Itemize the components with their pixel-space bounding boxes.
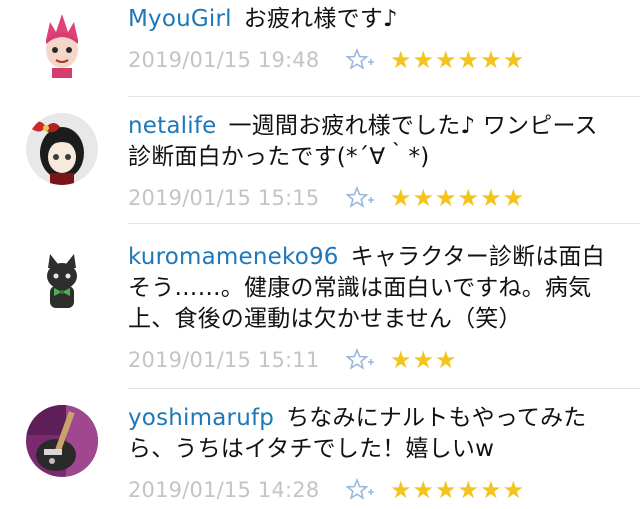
star-icon[interactable]: ★ — [390, 48, 412, 72]
star-icon[interactable]: ★ — [413, 478, 435, 502]
comment-text-block: netalife 一週間お疲れ様でした♪ ワンピース診断面白かったです(*´∀｀*… — [128, 111, 616, 173]
comment-timestamp[interactable]: 2019/01/15 19:48 — [128, 48, 346, 72]
comment-username[interactable]: MyouGirl — [128, 6, 232, 32]
comment-timestamp[interactable]: 2019/01/15 14:28 — [128, 478, 346, 502]
star-icon[interactable]: ★ — [390, 348, 412, 372]
comment-username[interactable]: kuromameneko96 — [128, 244, 339, 270]
star-icon[interactable]: ★ — [480, 186, 502, 210]
comment-text: お疲れ様です♪ — [243, 6, 398, 32]
comment-meta: 2019/01/15 19:48 ★ ★ ★ ★ ★ ★ — [128, 45, 616, 75]
star-icon[interactable]: ★ — [435, 348, 457, 372]
add-star-button[interactable] — [346, 348, 376, 372]
star-icon[interactable]: ★ — [435, 48, 457, 72]
star-icon[interactable]: ★ — [390, 478, 412, 502]
black-cat-green-bow-avatar — [26, 244, 98, 316]
comment-timestamp[interactable]: 2019/01/15 15:15 — [128, 186, 346, 210]
star-list: ★ ★ ★ — [390, 348, 458, 372]
star-list: ★ ★ ★ ★ ★ ★ — [390, 48, 525, 72]
add-star-button[interactable] — [346, 478, 376, 502]
star-icon[interactable]: ★ — [413, 348, 435, 372]
star-icon[interactable]: ★ — [503, 186, 525, 210]
star-plus-icon — [346, 478, 374, 500]
comment-text-block: MyouGirl お疲れ様です♪ — [128, 4, 616, 35]
comment-timestamp[interactable]: 2019/01/15 15:11 — [128, 348, 346, 372]
star-icon[interactable]: ★ — [458, 478, 480, 502]
star-icon[interactable]: ★ — [480, 478, 502, 502]
star-icon[interactable]: ★ — [435, 186, 457, 210]
add-star-button[interactable] — [346, 48, 376, 72]
star-icon[interactable]: ★ — [413, 48, 435, 72]
divider — [128, 388, 640, 389]
avatar[interactable] — [26, 405, 98, 477]
avatar[interactable] — [26, 113, 98, 185]
comment-text-block: kuromameneko96 キャラクター診断は面白そう……。健康の常識は面白いで… — [128, 242, 616, 335]
divider — [128, 223, 640, 224]
star-plus-icon — [346, 186, 374, 208]
comment-username[interactable]: yoshimarufp — [128, 405, 274, 431]
star-plus-icon — [346, 48, 374, 70]
star-icon[interactable]: ★ — [503, 478, 525, 502]
comment-list: MyouGirl お疲れ様です♪ 2019/01/15 19:48 ★ ★ ★ ★ ★ ★ — [0, 0, 640, 509]
guitar-photo-avatar — [26, 405, 98, 477]
star-plus-icon — [346, 348, 374, 370]
avatar[interactable] — [26, 244, 98, 316]
avatar[interactable] — [26, 10, 98, 82]
pink-hair-character-avatar — [26, 10, 98, 82]
star-list: ★ ★ ★ ★ ★ ★ — [390, 186, 525, 210]
star-icon[interactable]: ★ — [503, 48, 525, 72]
comment-text-block: yoshimarufp ちなみにナルトもやってみたら、うちはイタチでした！嬉しいw — [128, 403, 616, 465]
anime-girl-red-bow-avatar — [26, 113, 98, 185]
star-icon[interactable]: ★ — [413, 186, 435, 210]
star-icon[interactable]: ★ — [480, 48, 502, 72]
star-icon[interactable]: ★ — [390, 186, 412, 210]
comment-meta: 2019/01/15 14:28 ★ ★ ★ ★ ★ ★ — [128, 475, 616, 505]
add-star-button[interactable] — [346, 186, 376, 210]
star-list: ★ ★ ★ ★ ★ ★ — [390, 478, 525, 502]
star-icon[interactable]: ★ — [435, 478, 457, 502]
star-icon[interactable]: ★ — [458, 48, 480, 72]
star-icon[interactable]: ★ — [458, 186, 480, 210]
divider — [128, 96, 640, 97]
comment-meta: 2019/01/15 15:11 ★ ★ ★ — [128, 345, 616, 375]
comment-meta: 2019/01/15 15:15 ★ ★ ★ ★ ★ ★ — [128, 183, 616, 213]
comment-username[interactable]: netalife — [128, 113, 216, 139]
